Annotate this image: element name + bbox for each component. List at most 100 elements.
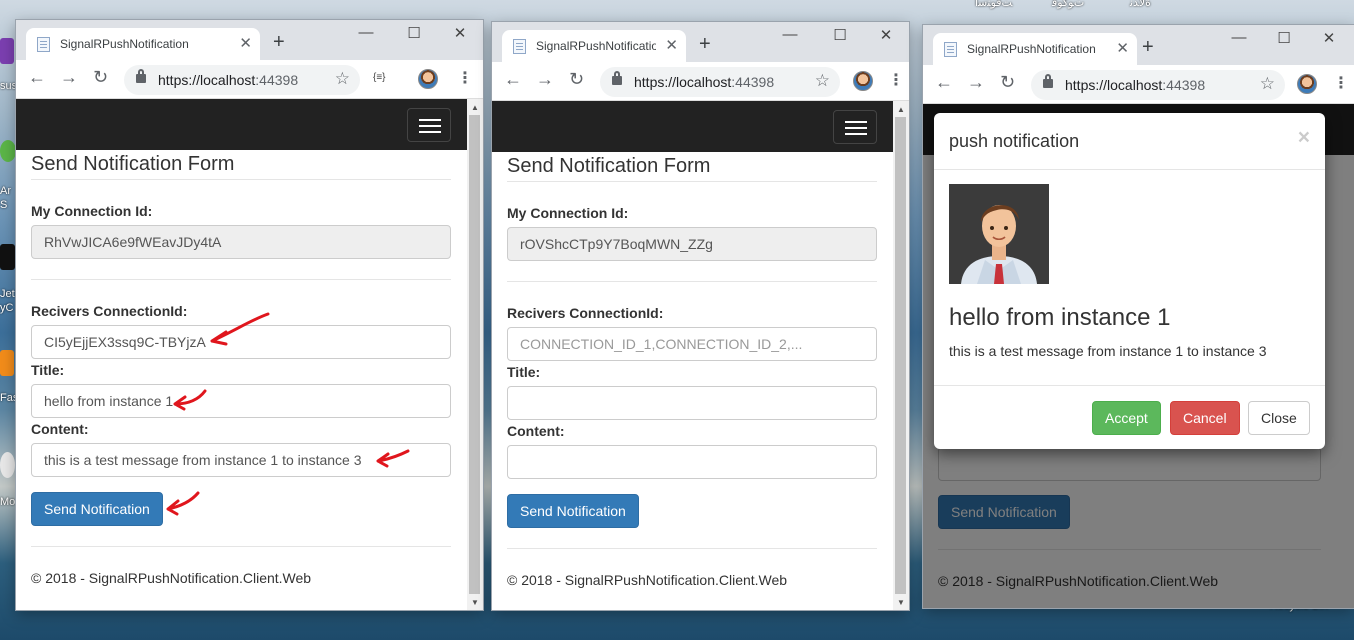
hamburger-menu-icon[interactable] (833, 110, 877, 144)
scrollbar-thumb[interactable] (469, 115, 480, 594)
browser-tab[interactable]: SignalRPushNotification ✕ (933, 33, 1137, 65)
minimize-icon[interactable]: — (356, 24, 376, 41)
notification-message: this is a test message from instance 1 t… (949, 343, 1267, 359)
minimize-icon[interactable]: — (1229, 29, 1249, 46)
new-tab-icon[interactable]: + (273, 31, 285, 54)
notification-heading: hello from instance 1 (949, 304, 1171, 331)
menu-kebab-icon[interactable]: ⋮ (457, 68, 473, 88)
menu-kebab-icon[interactable]: ⋮ (888, 70, 904, 90)
browser-window-1: SignalRPushNotification ✕ + — ☐ ✕ ← → ↻ … (16, 20, 483, 610)
desktop-label: ﺖﻗﻮﺘﺳﺍ (975, 0, 1013, 9)
my-connection-field[interactable]: RhVwJICA6e9fWEavJDy4tA (31, 225, 451, 259)
content-input[interactable] (507, 445, 877, 479)
my-connection-label: My Connection Id: (31, 203, 153, 219)
bookmark-star-icon[interactable]: ☆ (335, 69, 350, 89)
close-tab-icon[interactable]: ✕ (665, 36, 678, 54)
address-bar[interactable]: https://localhost:44398 ☆ (124, 65, 360, 95)
close-window-icon[interactable]: ✕ (450, 24, 470, 42)
close-window-icon[interactable]: ✕ (876, 26, 896, 44)
content-label: Content: (507, 423, 565, 439)
app-icon[interactable] (0, 38, 14, 64)
close-tab-icon[interactable]: ✕ (239, 34, 252, 52)
accept-button[interactable]: Accept (1092, 401, 1161, 435)
scrollbar[interactable]: ▲ ▼ (467, 99, 483, 610)
scroll-up-icon[interactable]: ▲ (897, 105, 905, 114)
cancel-button[interactable]: Cancel (1170, 401, 1240, 435)
my-connection-field[interactable]: rOVShcCTp9Y7BoqMWN_ZZg (507, 227, 877, 261)
divider (507, 181, 877, 182)
title-input[interactable] (507, 386, 877, 420)
scrollbar[interactable]: ▲ ▼ (893, 101, 909, 610)
browser-tab[interactable]: SignalRPushNotification ✕ (26, 28, 260, 60)
app-icon[interactable] (0, 244, 15, 270)
menu-kebab-icon[interactable]: ⋮ (1333, 73, 1349, 93)
tab-strip: SignalRPushNotification ✕ + — ☐ ✕ (923, 25, 1354, 65)
reload-icon[interactable]: ↻ (93, 67, 108, 88)
bookmark-star-icon[interactable]: ☆ (1260, 74, 1275, 94)
receivers-input[interactable]: CONNECTION_ID_1,CONNECTION_ID_2,... (507, 327, 877, 361)
receivers-label: Recivers ConnectionId: (507, 305, 664, 321)
forward-icon[interactable]: → (536, 69, 554, 90)
divider (31, 279, 451, 280)
profile-avatar-icon[interactable] (853, 71, 873, 91)
annotation-arrow-icon (376, 449, 410, 468)
lock-icon (1043, 74, 1053, 88)
divider (507, 281, 877, 282)
profile-avatar-icon[interactable] (418, 69, 438, 89)
page-icon (37, 37, 50, 52)
back-icon[interactable]: ← (28, 67, 46, 88)
title-input[interactable]: hello from instance 1 (31, 384, 451, 418)
tab-title: SignalRPushNotification (967, 42, 1096, 56)
tab-title: SignalRPushNotificatio (536, 39, 656, 53)
maximize-icon[interactable]: ☐ (1274, 29, 1294, 47)
back-icon[interactable]: ← (935, 72, 953, 93)
new-tab-icon[interactable]: + (1142, 36, 1154, 59)
person-avatar-icon (949, 184, 1049, 284)
close-icon[interactable]: × (1298, 126, 1310, 150)
app-icon[interactable] (0, 140, 16, 162)
close-button[interactable]: Close (1248, 401, 1310, 435)
maximize-icon[interactable]: ☐ (404, 24, 424, 42)
address-bar[interactable]: https://localhost:44398 ☆ (600, 67, 840, 97)
reload-icon[interactable]: ↻ (569, 69, 584, 90)
url-port: :44398 (1162, 77, 1206, 93)
notification-avatar (949, 184, 1049, 284)
send-notification-button[interactable]: Send Notification (507, 494, 639, 528)
url-host: https://localhost (158, 72, 256, 88)
back-icon[interactable]: ← (504, 69, 522, 90)
reload-icon[interactable]: ↻ (1000, 72, 1015, 93)
browser-tab[interactable]: SignalRPushNotificatio ✕ (502, 30, 686, 62)
minimize-icon[interactable]: — (780, 26, 800, 43)
tab-strip: SignalRPushNotificatio ✕ + — ☐ ✕ (492, 22, 909, 62)
annotation-arrow-icon (173, 389, 207, 411)
hamburger-menu-icon[interactable] (407, 108, 451, 142)
maximize-icon[interactable]: ☐ (830, 26, 850, 44)
app-icon[interactable] (0, 350, 14, 376)
scroll-down-icon[interactable]: ▼ (897, 598, 905, 607)
close-window-icon[interactable]: ✕ (1319, 29, 1339, 47)
app-icon[interactable] (0, 452, 15, 478)
forward-icon[interactable]: → (60, 67, 78, 88)
browser-toolbar: ← → ↻ https://localhost:44398 ☆ {≡} ⋮ (16, 60, 483, 99)
divider (31, 546, 451, 547)
new-tab-icon[interactable]: + (699, 33, 711, 56)
scroll-down-icon[interactable]: ▼ (471, 598, 479, 607)
scrollbar-thumb[interactable] (895, 117, 906, 594)
extension-icon[interactable]: {≡} (373, 72, 386, 83)
scroll-up-icon[interactable]: ▲ (471, 103, 479, 112)
forward-icon[interactable]: → (967, 72, 985, 93)
bookmark-star-icon[interactable]: ☆ (815, 71, 830, 91)
close-tab-icon[interactable]: ✕ (1116, 39, 1129, 57)
desktop-label: Mo (0, 496, 16, 508)
my-connection-label: My Connection Id: (507, 205, 629, 221)
url-port: :44398 (731, 74, 775, 90)
send-notification-button[interactable]: Send Notification (31, 492, 163, 526)
annotation-arrow-icon (210, 312, 270, 346)
divider (934, 169, 1325, 170)
profile-avatar-icon[interactable] (1297, 74, 1317, 94)
browser-toolbar: ← → ↻ https://localhost:44398 ☆ ⋮ (492, 62, 909, 101)
address-bar[interactable]: https://localhost:44398 ☆ (1031, 70, 1285, 100)
page-title: Send Notification Form (507, 155, 711, 177)
browser-toolbar: ← → ↻ https://localhost:44398 ☆ ⋮ (923, 65, 1354, 104)
url-host: https://localhost (634, 74, 732, 90)
